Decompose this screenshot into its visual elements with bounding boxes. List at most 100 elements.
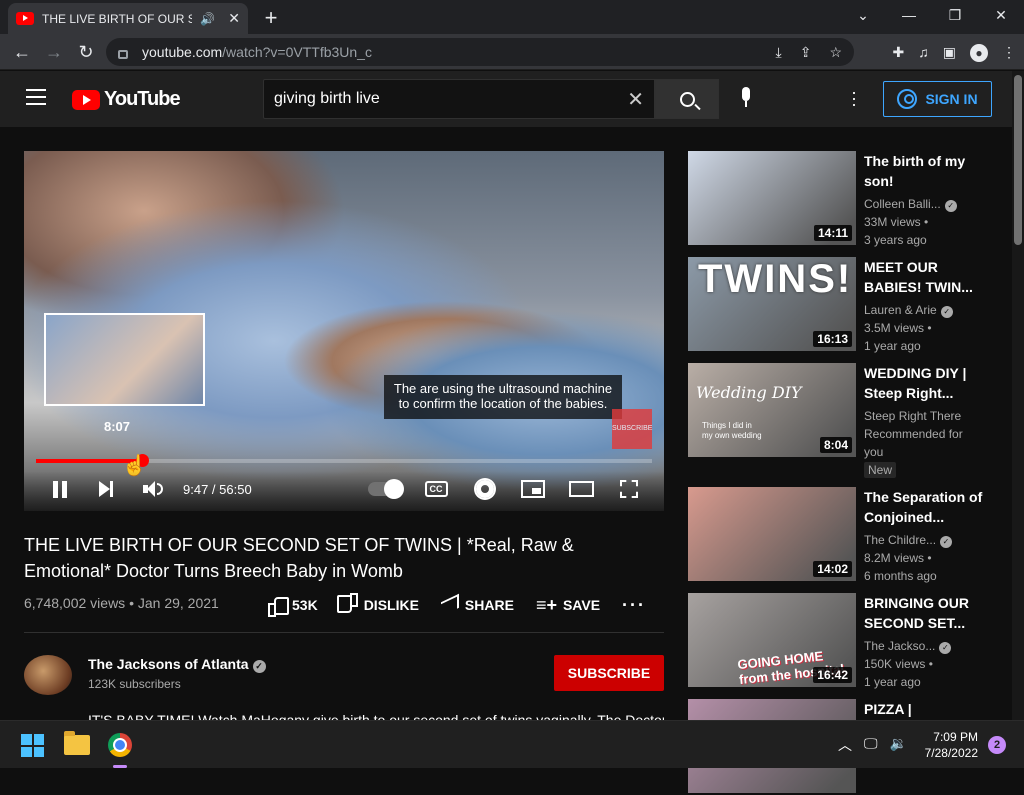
recommended-channel[interactable]: Lauren & Arie ✓ [864, 301, 988, 319]
search-input[interactable]: giving birth live ✕ [263, 79, 655, 119]
recommended-title[interactable]: The Separation of Conjoined... [864, 487, 988, 527]
browser-tab[interactable]: THE LIVE BIRTH OF OUR SEC 🔊 ✕ [8, 3, 248, 34]
channel-text[interactable]: The Jackso... [864, 639, 935, 653]
chrome-app-icon[interactable] [108, 733, 132, 757]
media-control-icon[interactable]: ♫ [918, 44, 929, 62]
channel-avatar[interactable] [24, 655, 72, 695]
youtube-play-logo-icon [72, 89, 100, 110]
like-button[interactable]: 53K [268, 597, 318, 617]
subtitles-button[interactable]: CC [424, 477, 448, 501]
windows-start-icon[interactable] [21, 734, 44, 757]
network-icon[interactable]: 🖵 [864, 735, 878, 755]
video-thumbnail[interactable]: Wedding DIY Things I did in my own weddin… [688, 363, 856, 457]
channel-text[interactable]: The Childre... [864, 533, 936, 547]
chrome-menu-icon[interactable]: ⋮ [1002, 44, 1016, 62]
recommended-video[interactable]: 14:02 The Separation of Conjoined... The C… [688, 487, 1008, 583]
recommended-title[interactable]: BRINGING OUR SECOND SET... [864, 593, 988, 633]
scrollbar-thumb[interactable] [1014, 75, 1022, 245]
thumbnail-title: TWINS! [698, 257, 853, 301]
recommended-channel[interactable]: Steep Right There [864, 407, 988, 425]
recommended-channel[interactable]: Colleen Balli... ✓ [864, 195, 988, 213]
system-clock[interactable]: 7:09 PM 7/28/2022 [918, 729, 978, 761]
channel-text[interactable]: Lauren & Arie [864, 303, 937, 317]
tab-search-icon[interactable]: ⌄ [840, 0, 886, 30]
settings-gear-icon[interactable] [474, 477, 496, 501]
recommended-channel[interactable]: The Jackso... ✓ [864, 637, 988, 655]
miniplayer-button[interactable] [520, 477, 546, 501]
share-button[interactable]: SHARE [440, 593, 514, 617]
recommended-video[interactable]: TWINS! 16:13 MEET OUR BABIES! TWIN... Laure… [688, 257, 1008, 353]
minimize-button[interactable]: — [886, 0, 932, 30]
fullscreen-button[interactable] [618, 477, 640, 501]
page-scrollbar[interactable] [1012, 71, 1024, 720]
notification-badge[interactable]: 2 [988, 736, 1006, 754]
sign-in-button[interactable]: SIGN IN [883, 81, 992, 117]
closed-caption: The are using the ultrasound machine to … [384, 375, 622, 419]
show-hidden-icons-icon[interactable]: ︿ [838, 735, 852, 755]
clear-search-icon[interactable]: ✕ [627, 87, 644, 112]
audio-playing-icon[interactable]: 🔊 [200, 12, 215, 26]
theater-mode-button[interactable] [568, 477, 594, 501]
dislike-label: DISLIKE [363, 597, 419, 613]
channel-name[interactable]: The Jacksons of Atlanta ✓ [88, 656, 266, 673]
close-window-button[interactable]: ✕ [978, 0, 1024, 30]
address-bar[interactable]: youtube.com/watch?v=0VTTfb3Un_c ⤓ ⇪ ☆ [106, 38, 854, 66]
dislike-button[interactable]: DISLIKE [340, 597, 419, 613]
recommended-video[interactable]: GOING HOME from the hospital 16:42 BRINGIN… [688, 593, 1008, 689]
restore-button[interactable]: ❐ [932, 0, 978, 30]
thumbs-down-icon [340, 597, 358, 613]
bookmark-star-icon[interactable]: ☆ [829, 44, 842, 61]
profile-avatar-icon[interactable]: ● [970, 44, 988, 62]
video-thumbnail[interactable]: 14:02 [688, 487, 856, 581]
recommended-views: 150K views • [864, 657, 933, 671]
more-actions-icon[interactable]: ··· [622, 595, 646, 616]
share-page-icon[interactable]: ⇪ [800, 44, 812, 61]
forward-button[interactable]: → [42, 40, 66, 64]
video-thumbnail[interactable]: GOING HOME from the hospital 16:42 [688, 593, 856, 687]
recommended-video[interactable]: Wedding DIY Things I did in my own weddin… [688, 363, 1008, 478]
pause-button[interactable] [50, 477, 70, 501]
save-button[interactable]: ≡+ SAVE [536, 595, 600, 616]
reload-button[interactable]: ↻ [74, 40, 98, 64]
clock-date: 7/28/2022 [924, 746, 978, 760]
volume-icon[interactable] [142, 477, 164, 501]
video-thumbnail[interactable]: TWINS! 16:13 [688, 257, 856, 351]
side-panel-icon[interactable]: ▣ [943, 44, 956, 62]
subscribe-button[interactable]: SUBSCRIBE [554, 655, 664, 691]
channel-name-text[interactable]: The Jacksons of Atlanta [88, 656, 249, 672]
recommended-channel[interactable]: The Childre... ✓ [864, 531, 988, 549]
youtube-logo[interactable]: YouTube [72, 88, 181, 111]
channel-text[interactable]: Steep Right There [864, 409, 961, 423]
next-button[interactable] [96, 477, 116, 501]
voice-search-button[interactable] [736, 87, 756, 111]
recommended-title[interactable]: WEDDING DIY | Steep Right... [864, 363, 988, 403]
close-tab-icon[interactable]: ✕ [228, 10, 240, 27]
time-display: 9:47 / 56:50 [183, 481, 252, 497]
thumbnail-subtext: Things I did in my own wedding [702, 421, 762, 440]
video-thumbnail[interactable]: 14:11 [688, 151, 856, 245]
recommended-views: Recommended for [864, 427, 963, 441]
video-description[interactable]: IT'S BABY TIME! Watch MaHogany give birt… [88, 712, 664, 720]
recommended-title[interactable]: The birth of my son! [864, 151, 988, 191]
recommended-video[interactable]: 14:11 The birth of my son! Colleen Balli..… [688, 151, 1008, 247]
extensions-puzzle-icon[interactable]: ✚ [893, 44, 905, 62]
channel-text[interactable]: Colleen Balli... [864, 197, 941, 211]
recommended-title[interactable]: PIZZA | [864, 699, 988, 719]
volume-tray-icon[interactable]: 🔉 [890, 735, 907, 755]
video-duration: 16:13 [813, 331, 852, 347]
new-tab-button[interactable]: + [260, 5, 282, 31]
lock-icon[interactable] [118, 49, 128, 59]
sign-in-label: SIGN IN [925, 91, 978, 107]
settings-menu-icon[interactable]: · · · [846, 83, 862, 113]
back-button[interactable]: ← [10, 40, 34, 64]
window-controls: ⌄ — ❐ ✕ [840, 0, 1024, 30]
subscribe-watermark[interactable]: SUBSCRIBE [612, 409, 652, 449]
search-button[interactable] [655, 79, 719, 119]
file-explorer-icon[interactable] [64, 731, 90, 755]
autoplay-toggle[interactable] [368, 477, 404, 501]
install-app-icon[interactable]: ⤓ [776, 44, 782, 61]
video-player[interactable]: 8:07 The are using the ultrasound machin… [24, 151, 664, 511]
menu-hamburger-icon[interactable] [26, 89, 46, 105]
recommended-title[interactable]: MEET OUR BABIES! TWIN... [864, 257, 988, 297]
recommended-age: 6 months ago [864, 569, 937, 583]
